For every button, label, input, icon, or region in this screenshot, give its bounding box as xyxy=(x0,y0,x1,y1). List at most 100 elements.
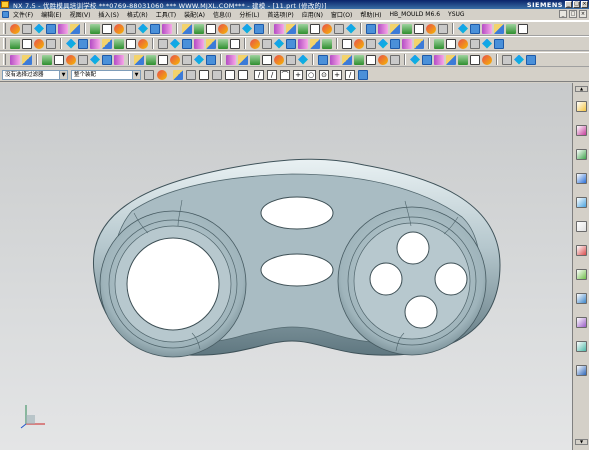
slot-icon[interactable] xyxy=(138,38,148,49)
unite-icon[interactable] xyxy=(218,23,228,34)
draft-icon[interactable] xyxy=(310,38,320,49)
menu-insert[interactable]: 插入(S) xyxy=(94,10,123,19)
menu-edit[interactable]: 编辑(E) xyxy=(37,10,65,19)
groove-icon[interactable] xyxy=(158,38,168,49)
groove-icon[interactable] xyxy=(182,23,192,34)
boss-icon[interactable] xyxy=(494,23,504,34)
sew-icon[interactable] xyxy=(310,23,320,34)
shell-icon[interactable] xyxy=(78,38,88,49)
doc-minimize-button[interactable]: _ xyxy=(559,10,567,18)
edge-blend-icon[interactable] xyxy=(22,54,32,65)
system-materials-icon[interactable] xyxy=(576,245,587,256)
close-button[interactable]: × xyxy=(581,1,588,8)
shell-icon[interactable] xyxy=(470,23,480,34)
offset-face-icon[interactable] xyxy=(238,54,248,65)
extrude-icon[interactable] xyxy=(390,23,400,34)
tube-icon[interactable] xyxy=(426,23,436,34)
mirror-icon[interactable] xyxy=(206,54,216,65)
menu-analysis[interactable]: 分析(L) xyxy=(235,10,263,19)
sew-icon[interactable] xyxy=(262,54,272,65)
chamfer-icon[interactable] xyxy=(434,38,444,49)
hole-icon[interactable] xyxy=(114,23,124,34)
unite-icon[interactable] xyxy=(194,38,204,49)
edge-blend-icon[interactable] xyxy=(70,23,80,34)
reset-filter-icon[interactable] xyxy=(157,69,167,80)
shell-icon[interactable] xyxy=(422,54,432,65)
select-edge-icon[interactable] xyxy=(199,69,209,80)
pocket-icon[interactable] xyxy=(482,38,492,49)
arc-center-snap-icon[interactable]: ○ xyxy=(306,69,316,80)
intersect-icon[interactable] xyxy=(194,54,204,65)
revolve-icon[interactable] xyxy=(34,23,44,34)
hole-icon[interactable] xyxy=(458,38,468,49)
thicken-icon[interactable] xyxy=(346,23,356,34)
general-selection-filter-icon[interactable] xyxy=(144,69,154,80)
doc-restore-button[interactable]: □ xyxy=(569,10,577,18)
pattern-icon[interactable] xyxy=(226,54,236,65)
mirror-icon[interactable] xyxy=(254,23,264,34)
thicken-icon[interactable] xyxy=(322,38,332,49)
menu-ysug[interactable]: YSUG xyxy=(444,11,469,18)
boss-icon[interactable] xyxy=(470,38,480,49)
intersect-icon[interactable] xyxy=(218,38,228,49)
maximize-button[interactable]: □ xyxy=(573,1,580,8)
roles-icon[interactable] xyxy=(576,317,587,328)
trim-body-icon[interactable] xyxy=(146,54,156,65)
offset-face-icon[interactable] xyxy=(262,38,272,49)
tube-icon[interactable] xyxy=(58,23,68,34)
edge-blend-icon[interactable] xyxy=(390,54,400,65)
mirror-icon[interactable] xyxy=(230,38,240,49)
pocket-icon[interactable] xyxy=(506,23,516,34)
hd3d-tools-icon[interactable] xyxy=(576,173,587,184)
trim-body-icon[interactable] xyxy=(170,38,180,49)
hole-icon[interactable] xyxy=(482,23,492,34)
subtract-icon[interactable] xyxy=(230,23,240,34)
menu-hb-mould[interactable]: HB_MOULD M6.6 xyxy=(386,11,445,18)
groove-icon[interactable] xyxy=(502,54,512,65)
assembly-navigator-icon[interactable] xyxy=(576,101,587,112)
tube-icon[interactable] xyxy=(10,54,20,65)
tube-icon[interactable] xyxy=(402,38,412,49)
datum-plane-icon[interactable] xyxy=(10,23,20,34)
pad-icon[interactable] xyxy=(126,38,136,49)
boss-icon[interactable] xyxy=(446,54,456,65)
sew-icon[interactable] xyxy=(286,38,296,49)
sweep-icon[interactable] xyxy=(366,54,376,65)
toolbar-grip[interactable] xyxy=(3,54,6,65)
pad-icon[interactable] xyxy=(150,23,160,34)
pad-icon[interactable] xyxy=(518,23,528,34)
select-face-icon[interactable] xyxy=(186,69,196,80)
scale-body-icon[interactable] xyxy=(250,54,260,65)
toolbar-grip[interactable] xyxy=(3,38,6,49)
document-icon[interactable] xyxy=(2,11,9,18)
manufacturing-wizard-icon[interactable] xyxy=(576,293,587,304)
system-scenes-icon[interactable] xyxy=(576,341,587,352)
menu-file[interactable]: 文件(F) xyxy=(9,10,37,19)
tube-icon[interactable] xyxy=(378,54,388,65)
palette-icon[interactable] xyxy=(576,365,587,376)
toolbar-grip[interactable] xyxy=(3,23,6,34)
edge-blend-icon[interactable] xyxy=(414,38,424,49)
extrude-icon[interactable] xyxy=(22,23,32,34)
pocket-icon[interactable] xyxy=(458,54,468,65)
revolve-icon[interactable] xyxy=(354,54,364,65)
menu-assemblies[interactable]: 装配(A) xyxy=(180,10,209,19)
edge-blend-icon[interactable] xyxy=(46,38,56,49)
process-studio-icon[interactable] xyxy=(576,269,587,280)
chamfer-icon[interactable] xyxy=(66,38,76,49)
type-filter-dropdown[interactable]: 没有选择过滤器 ▼ xyxy=(2,69,68,80)
split-body-icon[interactable] xyxy=(206,23,216,34)
select-body-icon[interactable] xyxy=(212,69,222,80)
menu-preferences[interactable]: 首选项(P) xyxy=(263,10,297,19)
intersect-icon[interactable] xyxy=(242,23,252,34)
menu-window[interactable]: 窗口(O) xyxy=(327,10,356,19)
pattern-icon[interactable] xyxy=(274,23,284,34)
pad-icon[interactable] xyxy=(494,38,504,49)
trim-body-icon[interactable] xyxy=(514,54,524,65)
pad-icon[interactable] xyxy=(470,54,480,65)
datum-plane-icon[interactable] xyxy=(330,54,340,65)
menu-information[interactable]: 信息(I) xyxy=(209,10,235,19)
slot-icon[interactable] xyxy=(114,54,124,65)
hole-icon[interactable] xyxy=(66,54,76,65)
patch-icon[interactable] xyxy=(274,54,284,65)
